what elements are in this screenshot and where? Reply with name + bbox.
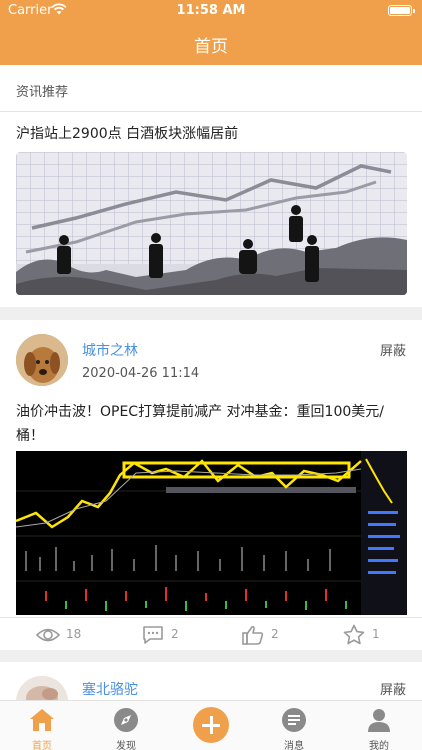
- tab-label: 我的: [369, 741, 389, 750]
- tab-bar: 首页 发现 消息 我的: [0, 700, 422, 750]
- tab-discover[interactable]: 发现: [96, 701, 156, 750]
- avatar[interactable]: [16, 676, 68, 700]
- post-card[interactable]: 塞北骆驼 屏蔽: [0, 662, 422, 700]
- message-icon: [282, 708, 306, 732]
- tab-label: 消息: [284, 741, 304, 750]
- news-card[interactable]: 资讯推荐 沪指站上2900点 白酒板块涨幅居前: [0, 65, 422, 307]
- tab-home[interactable]: 首页: [12, 701, 72, 750]
- news-title[interactable]: 沪指站上2900点 白酒板块涨幅居前: [16, 123, 238, 143]
- author-name[interactable]: 城市之林: [82, 340, 138, 360]
- comment-icon: [143, 626, 163, 644]
- add-post-button[interactable]: [193, 707, 229, 743]
- hide-button[interactable]: 屏蔽: [380, 340, 406, 359]
- clock: 11:58 AM: [176, 3, 246, 18]
- post-time: 2020-04-26 11:14: [82, 366, 200, 381]
- tab-label: 首页: [32, 741, 52, 750]
- post-image[interactable]: [16, 451, 407, 615]
- status-bar: Carrier 11:58 AM: [0, 0, 422, 22]
- eye-icon: [36, 628, 60, 642]
- post-title[interactable]: 油价冲击波！OPEC打算提前减产 对冲基金：重回100美元/桶！: [16, 400, 408, 448]
- news-image[interactable]: [16, 152, 407, 295]
- page-title: 首页: [194, 37, 228, 57]
- user-icon: [368, 709, 390, 732]
- divider: [0, 111, 422, 112]
- tab-label: 发现: [116, 741, 136, 750]
- section-label: 资讯推荐: [16, 85, 69, 100]
- post-card[interactable]: 城市之林 屏蔽 2020-04-26 11:14 油价冲击波！OPEC打算提前减…: [0, 320, 422, 650]
- screen: Carrier 11:58 AM 首页 资讯推荐 沪指站上2900点 白酒板块涨…: [0, 0, 422, 750]
- comments-count: 2: [171, 627, 179, 641]
- divider: [0, 617, 422, 618]
- thumbs-up-icon: [242, 625, 264, 645]
- star-icon: [343, 624, 365, 645]
- avatar[interactable]: [16, 334, 68, 386]
- header: Carrier 11:58 AM 首页: [0, 0, 422, 65]
- tab-mine[interactable]: 我的: [349, 701, 409, 750]
- battery-icon: [388, 5, 415, 16]
- favorites-count: 1: [372, 627, 380, 641]
- home-icon: [30, 709, 54, 731]
- likes-count: 2: [271, 627, 279, 641]
- tab-messages[interactable]: 消息: [264, 701, 324, 750]
- hide-button[interactable]: 屏蔽: [380, 679, 406, 698]
- author-name[interactable]: 塞北骆驼: [82, 679, 138, 699]
- compass-icon: [114, 708, 138, 732]
- views-count: 18: [66, 627, 82, 641]
- feed[interactable]: 资讯推荐 沪指站上2900点 白酒板块涨幅居前 城市之林 屏蔽 2020-04-…: [0, 65, 422, 700]
